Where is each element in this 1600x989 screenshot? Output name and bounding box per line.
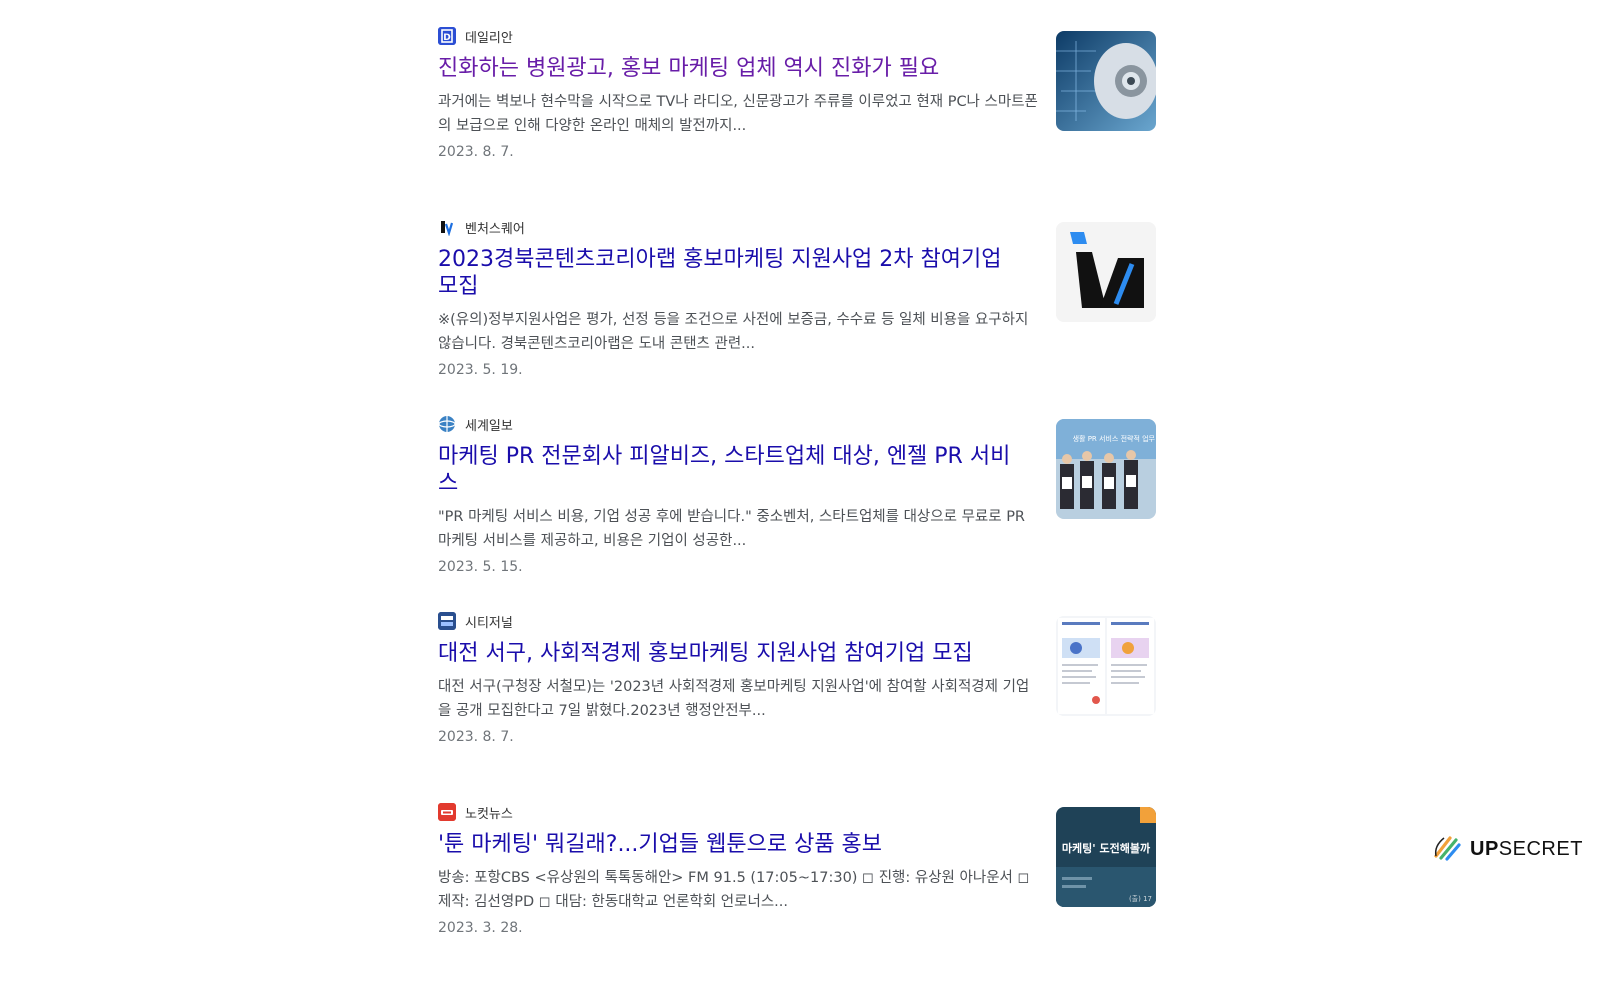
result-snippet: 대전 서구(구청장 서철모)는 '2023년 사회적경제 홍보마케팅 지원사업'…: [438, 679, 1030, 719]
source-name: 세계일보: [465, 418, 513, 434]
result-thumbnail[interactable]: [1056, 616, 1156, 716]
nocutnews-logo-icon: [438, 803, 456, 821]
source-row[interactable]: D 데일리안: [438, 26, 1028, 46]
result-thumbnail[interactable]: [1056, 31, 1156, 131]
result-date: 2023. 8. 7.: [438, 729, 514, 745]
result-date: 2023. 5. 19.: [438, 362, 523, 378]
poster-image: [1056, 616, 1156, 716]
result-date: 2023. 3. 28.: [438, 920, 523, 936]
brand-name: UPSECRET: [1470, 838, 1583, 861]
broadcast-slide-image: 마케팅' 도전해볼까 (출) 17: [1056, 807, 1156, 907]
search-results-list: D 데일리안 진화하는 병원광고, 홍보 마케팅 업체 역시 진화가 필요 과거…: [438, 22, 1156, 989]
result-title-link[interactable]: 마케팅 PR 전문회사 피알비즈, 스타트업체 대상, 엔젤 PR 서비스: [438, 443, 1028, 497]
list-item: 노컷뉴스 '툰 마케팅' 뭐길래?...기업들 웹툰으로 상품 홍보 방송: 포…: [438, 802, 1156, 989]
photo-banner-text: 생활 PR 서비스 전략적 업무: [1073, 434, 1156, 443]
result-snippet: "PR 마케팅 서비스 비용, 기업 성공 후에 받습니다." 중소벤처, 스타…: [438, 509, 1026, 549]
result-thumbnail[interactable]: 생활 PR 서비스 전략적 업무: [1056, 419, 1156, 519]
press-photo-image: 생활 PR 서비스 전략적 업무: [1056, 419, 1156, 519]
source-name: 노컷뉴스: [465, 806, 513, 822]
result-title-link[interactable]: '툰 마케팅' 뭐길래?...기업들 웹툰으로 상품 홍보: [438, 831, 1028, 858]
source-row[interactable]: 시티저널: [438, 611, 1028, 631]
source-row[interactable]: 벤처스퀘어: [438, 217, 1028, 237]
segye-logo-icon: [438, 415, 456, 433]
brand-prefix: UP: [1470, 837, 1499, 860]
slide-headline-text: 마케팅' 도전해볼까: [1062, 841, 1151, 855]
list-item: 벤처스퀘어 2023경북콘텐츠코리아랩 홍보마케팅 지원사업 2차 참여기업 모…: [438, 217, 1156, 410]
source-row[interactable]: 노컷뉴스: [438, 802, 1028, 822]
result-snippet: ※(유의)정부지원사업은 평가, 선정 등을 조건으로 사전에 보증금, 수수료…: [438, 312, 1029, 352]
source-name: 시티저널: [465, 615, 513, 631]
list-item: 세계일보 마케팅 PR 전문회사 피알비즈, 스타트업체 대상, 엔젤 PR 서…: [438, 414, 1156, 607]
svg-text:D: D: [443, 33, 450, 43]
result-title-link[interactable]: 2023경북콘텐츠코리아랩 홍보마케팅 지원사업 2차 참여기업 모집: [438, 246, 1028, 300]
result-date: 2023. 8. 7.: [438, 144, 514, 160]
source-name: 벤처스퀘어: [465, 221, 525, 237]
venturesquare-logo-icon: [438, 218, 456, 236]
list-item: 시티저널 대전 서구, 사회적경제 홍보마케팅 지원사업 참여기업 모집 대전 …: [438, 611, 1156, 798]
upsecret-watermark: UPSECRET: [1432, 832, 1583, 866]
brand-suffix: SECRET: [1498, 837, 1583, 860]
cityjournal-logo-icon: [438, 612, 456, 630]
result-title-link[interactable]: 진화하는 병원광고, 홍보 마케팅 업체 역시 진화가 필요: [438, 55, 1028, 82]
robot-head-image: [1056, 31, 1156, 131]
dailian-logo-icon: D: [438, 27, 456, 45]
result-thumbnail[interactable]: 마케팅' 도전해볼까 (출) 17: [1056, 807, 1156, 907]
list-item: D 데일리안 진화하는 병원광고, 홍보 마케팅 업체 역시 진화가 필요 과거…: [438, 26, 1156, 213]
result-title-link[interactable]: 대전 서구, 사회적경제 홍보마케팅 지원사업 참여기업 모집: [438, 640, 1028, 667]
slide-small-text: (출) 17: [1129, 894, 1152, 903]
source-row[interactable]: 세계일보: [438, 414, 1028, 434]
upsecret-logo-icon: [1432, 832, 1462, 866]
result-snippet: 과거에는 벽보나 현수막을 시작으로 TV나 라디오, 신문광고가 주류를 이루…: [438, 94, 1038, 134]
result-date: 2023. 5. 15.: [438, 559, 523, 575]
result-snippet: 방송: 포항CBS <유상원의 톡톡동해안> FM 91.5 (17:05~17…: [438, 870, 1030, 910]
source-name: 데일리안: [465, 30, 513, 46]
venturesquare-logo-image: [1056, 222, 1156, 322]
result-thumbnail[interactable]: [1056, 222, 1156, 322]
